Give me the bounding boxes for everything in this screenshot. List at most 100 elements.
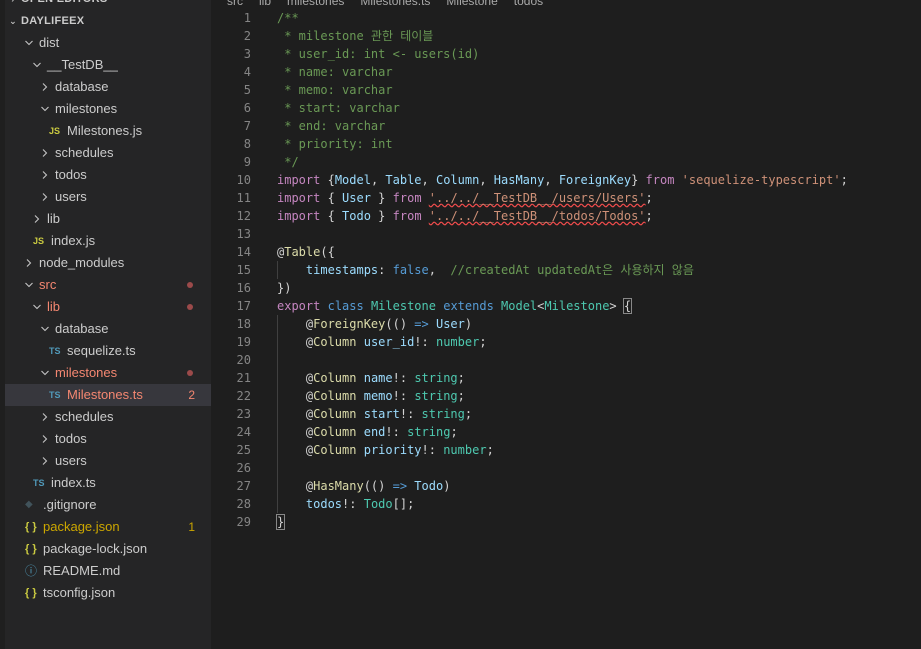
code-text: * start: varchar <box>277 99 400 117</box>
line-number: 1 <box>243 11 251 25</box>
tree-file[interactable]: ⓘ README.md <box>5 560 211 582</box>
code-token: number <box>443 443 487 457</box>
code-token: ; <box>486 443 494 457</box>
tree-folder[interactable]: lib <box>5 296 211 318</box>
tree-folder[interactable]: dist <box>5 32 211 54</box>
breadcrumb-item[interactable]: lib <box>259 0 271 7</box>
indent-guide <box>277 459 278 477</box>
tree-file[interactable]: JS Milestones.js <box>5 120 211 142</box>
chevron-down-icon <box>39 318 51 340</box>
tree-folder[interactable]: milestones <box>5 362 211 384</box>
breadcrumb-item[interactable]: src <box>227 0 243 7</box>
code-token: ; <box>450 425 458 439</box>
tree-folder[interactable]: src <box>5 274 211 296</box>
code-token: User <box>435 317 465 331</box>
code-token: string <box>421 407 465 421</box>
code-line: 12 import { Todo } from '../../__TestDB__… <box>211 207 921 225</box>
code-token: !: <box>392 389 415 403</box>
code-line: 16}) <box>211 279 921 297</box>
code-line: 18 @ForeignKey(() => User) <box>211 315 921 333</box>
tree-folder[interactable]: todos <box>5 428 211 450</box>
code-token: []; <box>392 497 415 511</box>
code-token: } <box>370 209 393 223</box>
code-token: extends <box>443 299 494 313</box>
code-token: (() <box>363 479 393 493</box>
tree-folder[interactable]: lib <box>5 208 211 230</box>
code-editor[interactable]: 1/** 2 * milestone 관한 테이블 3 * user_id: int… <box>211 9 921 649</box>
code-token: Table <box>385 173 422 187</box>
tree-folder[interactable]: database <box>5 76 211 98</box>
tree-folder[interactable]: todos <box>5 164 211 186</box>
breadcrumb-item[interactable]: todos <box>514 0 543 7</box>
chevron-right-icon <box>39 450 51 472</box>
code-token: ; <box>457 389 465 403</box>
problem-count-badge: 1 <box>188 520 195 534</box>
code-token: priority <box>363 443 422 457</box>
js-file-icon: JS <box>49 126 61 136</box>
code-token: { <box>320 209 343 223</box>
code-token: ForeignKey <box>313 317 386 331</box>
code-token: class <box>327 299 364 313</box>
breadcrumb-item[interactable]: milestones <box>287 0 344 7</box>
git-file-icon: ◆ <box>25 499 33 510</box>
code-text: * priority: int <box>277 135 392 153</box>
code-token: !: <box>342 497 364 511</box>
tree-folder[interactable]: users <box>5 186 211 208</box>
chevron-down-icon: ⌄ <box>9 16 17 26</box>
code-token: ) <box>464 317 473 331</box>
tree-file[interactable]: { } tsconfig.json <box>5 582 211 604</box>
code-text: @Column start!: string; <box>277 405 472 423</box>
tree-folder[interactable]: schedules <box>5 142 211 164</box>
tree-file[interactable]: TS sequelize.ts <box>5 340 211 362</box>
tree-folder[interactable]: milestones <box>5 98 211 120</box>
code-line: 26 <box>211 459 921 477</box>
tree-folder[interactable]: __TestDB__ <box>5 54 211 76</box>
code-token: from <box>645 173 675 187</box>
code-line: 3 * user_id: int <- users(id) <box>211 45 921 63</box>
tree-folder[interactable]: database <box>5 318 211 340</box>
tree-file[interactable]: TS index.ts <box>5 472 211 494</box>
code-text: */ <box>277 153 298 171</box>
project-header[interactable]: ⌄ DAYLIFEEX <box>5 10 84 32</box>
line-number: 14 <box>236 245 251 259</box>
code-token: => <box>392 479 408 493</box>
line-number: 23 <box>236 407 251 421</box>
code-text: @Column name!: string; <box>277 369 465 387</box>
code-token: from <box>392 191 422 205</box>
chevron-right-icon <box>39 186 51 208</box>
code-line: 24 @Column end!: string; <box>211 423 921 441</box>
tree-folder[interactable]: node_modules <box>5 252 211 274</box>
line-number: 9 <box>243 155 251 169</box>
breadcrumb-item[interactable]: Milestones.ts <box>360 0 430 7</box>
breadcrumb-item[interactable]: Milestone <box>446 0 497 7</box>
code-token: * memo: varchar <box>277 83 393 97</box>
line-number: 21 <box>236 371 251 385</box>
tree-folder[interactable]: schedules <box>5 406 211 428</box>
code-token: ForeignKey <box>558 173 632 187</box>
project-title: DAYLIFEEX <box>21 15 85 27</box>
tree-file[interactable]: { } package-lock.json <box>5 538 211 560</box>
tree-file[interactable]: TS Milestones.ts 2 <box>5 384 211 406</box>
code-token: Column <box>313 425 357 439</box>
code-token: { <box>622 298 633 314</box>
line-number: 15 <box>236 263 251 277</box>
code-text: @Column memo!: string; <box>277 387 465 405</box>
code-line: 4 * name: varchar <box>211 63 921 81</box>
tree-folder[interactable]: users <box>5 450 211 472</box>
code-text: export class Milestone extends Model<Mil… <box>277 297 633 315</box>
code-token: @ <box>277 389 314 403</box>
code-line: 13 <box>211 225 921 243</box>
open-editors-header[interactable]: › OPEN EDITORS <box>5 0 108 10</box>
code-token: => <box>414 317 429 331</box>
json-file-icon: { } <box>25 543 37 555</box>
tree-file[interactable]: JS index.js <box>5 230 211 252</box>
tree-file[interactable]: ◆ .gitignore <box>5 494 211 516</box>
tree-file[interactable]: { } package.json 1 <box>5 516 211 538</box>
line-number: 20 <box>236 353 251 367</box>
